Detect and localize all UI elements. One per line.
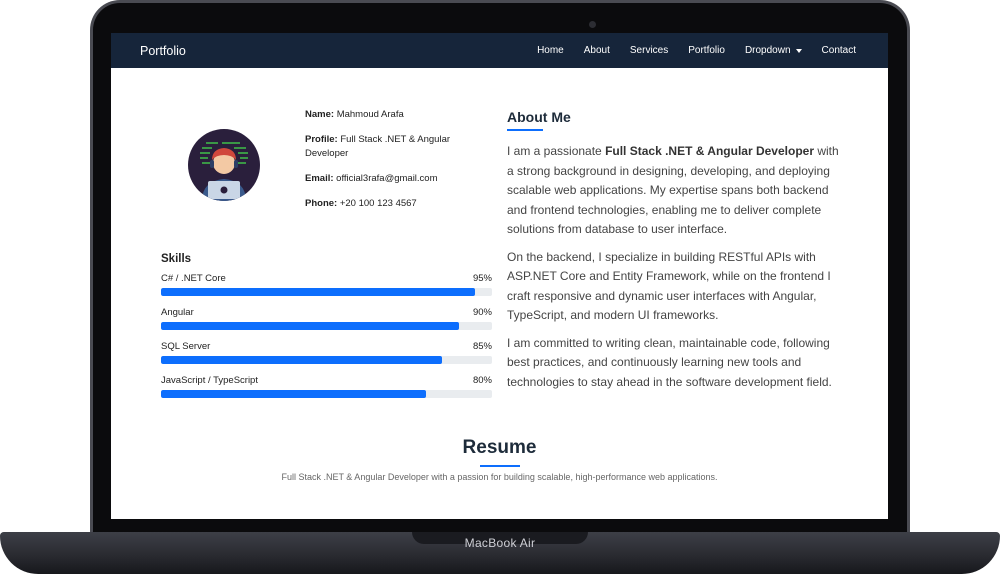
progress-fill (161, 288, 476, 296)
resume-subtitle: Full Stack .NET & Angular Developer with… (281, 472, 718, 482)
email-label: Email: (305, 173, 334, 184)
skills-title: Skills (161, 253, 192, 265)
name-label: Name: (305, 109, 335, 120)
skill-item: SQL Server 85% (161, 341, 492, 375)
nav-item-about[interactable]: About (584, 45, 610, 56)
skill-percent: 95% (472, 273, 492, 284)
about-paragraph-1: I am a passionate Full Stack .NET & Angu… (507, 142, 839, 240)
skill-percent: 90% (472, 307, 492, 318)
skill-name: Angular (161, 307, 194, 318)
skill-percent: 85% (472, 341, 492, 352)
profile-title-row: Profile: Full Stack .NET & Angular Devel… (305, 133, 485, 161)
navbar: Portfolio Home About Services Portfolio … (111, 33, 888, 68)
skill-name: SQL Server (161, 341, 211, 352)
progress-fill (161, 356, 443, 364)
nav-item-contact[interactable]: Contact (822, 45, 856, 56)
about-title: About Me (507, 109, 571, 125)
progress-fill (161, 390, 426, 398)
about-paragraph-2: On the backend, I specialize in building… (507, 249, 831, 323)
browser-screen: Portfolio Home About Services Portfolio … (111, 33, 888, 519)
profile-email-row: Email: official3rafa@gmail.com (305, 172, 485, 186)
phone-value: +20 100 123 4567 (339, 198, 417, 209)
camera-icon (589, 21, 596, 28)
skill-name: C# / .NET Core (161, 273, 226, 284)
progress-fill (161, 322, 459, 330)
skill-name: JavaScript / TypeScript (161, 375, 258, 386)
profile-phone-row: Phone: +20 100 123 4567 (305, 197, 485, 211)
about-title-underline (507, 129, 543, 131)
skills-list: C# / .NET Core 95% Angular 90% SQL Server 8… (161, 273, 492, 409)
about-paragraph-3: I am committed to writing clean, maintai… (507, 335, 832, 389)
progress-bar (161, 356, 492, 364)
chevron-down-icon (795, 48, 802, 53)
nav-menu: Home About Services Portfolio Dropdown C… (517, 45, 856, 56)
nav-item-services[interactable]: Services (630, 45, 668, 56)
phone-label: Phone: (305, 198, 338, 209)
navbar-brand[interactable]: Portfolio (140, 44, 186, 58)
skill-item: Angular 90% (161, 307, 492, 341)
resume-title: Resume (462, 437, 537, 458)
progress-bar (161, 390, 492, 398)
progress-bar (161, 322, 492, 330)
skill-item: C# / .NET Core 95% (161, 273, 492, 307)
nav-item-portfolio[interactable]: Portfolio (688, 45, 725, 56)
skill-item: JavaScript / TypeScript 80% (161, 375, 492, 409)
nav-item-dropdown[interactable]: Dropdown (745, 45, 802, 56)
resume-title-underline (480, 465, 520, 467)
profile-info: Name: Mahmoud Arafa Profile: Full Stack … (305, 108, 485, 222)
progress-bar (161, 288, 492, 296)
about-p1-highlight: Full Stack .NET & Angular Developer (605, 144, 814, 158)
about-p1-intro: I am a passionate (507, 144, 606, 158)
profile-label: Profile: (305, 134, 338, 145)
developer-avatar-icon (200, 142, 248, 201)
email-value[interactable]: official3rafa@gmail.com (336, 173, 437, 184)
device-label: MacBook Air (464, 536, 536, 550)
nav-item-dropdown-label: Dropdown (744, 45, 791, 56)
name-value: Mahmoud Arafa (336, 109, 404, 120)
profile-name-row: Name: Mahmoud Arafa (305, 108, 485, 122)
nav-item-home[interactable]: Home (537, 45, 564, 56)
avatar (188, 129, 260, 201)
skill-percent: 80% (472, 375, 492, 386)
about-text: I am a passionate Full Stack .NET & Angu… (507, 142, 839, 400)
